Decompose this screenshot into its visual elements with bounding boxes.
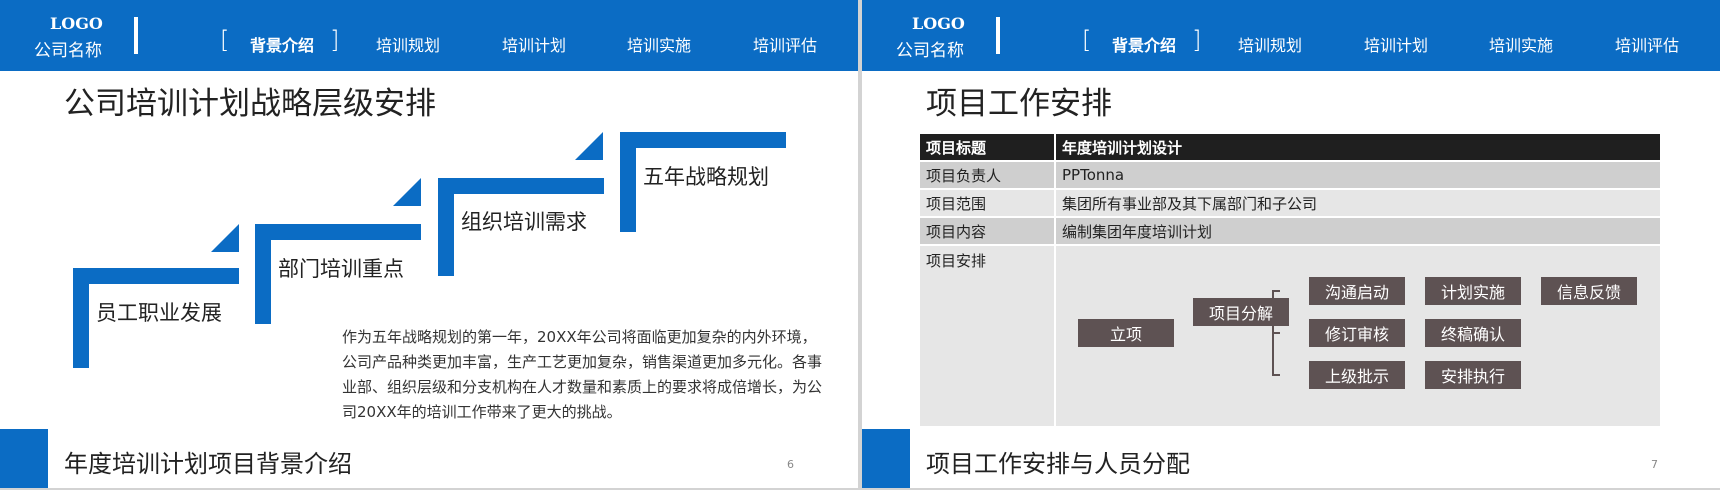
connector-line bbox=[1272, 290, 1280, 292]
footer-block bbox=[0, 429, 48, 488]
step-2-triangle bbox=[393, 178, 421, 206]
step-2-label: 部门培训重点 bbox=[278, 257, 404, 281]
flow-node-decompose: 项目分解 bbox=[1193, 298, 1289, 326]
table-cell: 项目范围 bbox=[920, 188, 1056, 217]
page-title: 项目工作安排 bbox=[926, 86, 1112, 122]
connector-line bbox=[1272, 374, 1280, 376]
nav-item-plan[interactable]: 培训计划 bbox=[1364, 32, 1428, 56]
nav-bracket-left: [ bbox=[220, 26, 230, 54]
flow-node-start: 立项 bbox=[1078, 319, 1174, 347]
step-3-triangle bbox=[575, 132, 603, 160]
nav-item-evaluation[interactable]: 培训评估 bbox=[753, 32, 817, 56]
nav-item-evaluation[interactable]: 培训评估 bbox=[1615, 32, 1679, 56]
step-3-top-bar bbox=[438, 178, 604, 194]
slide-7: LOGO 公司名称 [ 背景介绍 ] 培训规划 培训计划 培训实施 培训评估 项… bbox=[862, 0, 1720, 488]
table-row: 项目负责人 PPTonna bbox=[920, 160, 1660, 189]
step-3-label: 组织培训需求 bbox=[461, 210, 587, 234]
table-header-row: 项目标题 年度培训计划设计 bbox=[920, 134, 1660, 161]
nav-bracket-left: [ bbox=[1082, 26, 1092, 54]
step-2-side-bar bbox=[255, 224, 271, 324]
table-cell: 项目标题 bbox=[920, 134, 1056, 161]
nav-item-background[interactable]: 背景介绍 bbox=[1112, 32, 1176, 56]
nav-item-plan[interactable]: 培训计划 bbox=[502, 32, 566, 56]
logo: LOGO bbox=[912, 14, 965, 33]
nav-item-implementation[interactable]: 培训实施 bbox=[1489, 32, 1553, 56]
company-name: 公司名称 bbox=[34, 41, 102, 61]
page-title: 公司培训计划战略层级安排 bbox=[64, 86, 436, 122]
nav-item-planning[interactable]: 培训规划 bbox=[376, 32, 440, 56]
table-cell: 项目负责人 bbox=[920, 160, 1056, 189]
step-1-triangle bbox=[211, 224, 239, 252]
step-2-top-bar bbox=[255, 224, 421, 240]
nav-item-background[interactable]: 背景介绍 bbox=[250, 32, 314, 56]
step-4-side-bar bbox=[620, 132, 636, 232]
nav-item-planning[interactable]: 培训规划 bbox=[1238, 32, 1302, 56]
connector-line bbox=[1272, 332, 1280, 334]
nav-bracket-right: ] bbox=[1192, 26, 1202, 54]
step-1-label: 员工职业发展 bbox=[96, 301, 222, 325]
header-bar: LOGO 公司名称 [ 背景介绍 ] 培训规划 培训计划 培训实施 培训评估 bbox=[862, 0, 1720, 71]
logo: LOGO bbox=[50, 14, 103, 33]
step-4-top-bar bbox=[620, 132, 786, 148]
header-bar: LOGO 公司名称 [ 背景介绍 ] 培训规划 培训计划 培训实施 培训评估 bbox=[0, 0, 858, 71]
logo-divider bbox=[134, 17, 138, 54]
footer-block bbox=[862, 429, 910, 488]
page-number: 6 bbox=[787, 458, 794, 471]
table-cell: 项目内容 bbox=[920, 216, 1056, 245]
nav-bracket-right: ] bbox=[330, 26, 340, 54]
step-1-side-bar bbox=[73, 268, 89, 368]
step-3-side-bar bbox=[438, 178, 454, 276]
description-paragraph: 作为五年战略规划的第一年，20XX年公司将面临更加复杂的内外环境，公司产品种类更… bbox=[342, 328, 823, 421]
page-number: 7 bbox=[1651, 458, 1658, 471]
flow-node: 沟通启动 bbox=[1309, 277, 1405, 305]
company-name: 公司名称 bbox=[896, 41, 964, 61]
logo-divider bbox=[996, 17, 1000, 54]
nav-item-implementation[interactable]: 培训实施 bbox=[627, 32, 691, 56]
flow-node: 上级批示 bbox=[1309, 361, 1405, 389]
table-cell: 年度培训计划设计 bbox=[1055, 134, 1660, 161]
table-cell: 集团所有事业部及其下属部门和子公司 bbox=[1055, 188, 1660, 217]
table-row: 项目内容 编制集团年度培训计划 bbox=[920, 216, 1660, 245]
table-cell: 项目安排 bbox=[920, 244, 1056, 426]
flow-node: 修订审核 bbox=[1309, 319, 1405, 347]
table-row: 项目范围 集团所有事业部及其下属部门和子公司 bbox=[920, 188, 1660, 217]
table-cell: PPTonna bbox=[1055, 160, 1660, 189]
table-row: 项目安排 bbox=[920, 244, 1660, 426]
footer-title: 年度培训计划项目背景介绍 bbox=[64, 450, 352, 478]
table-cell: 编制集团年度培训计划 bbox=[1055, 216, 1660, 245]
flow-node: 终稿确认 bbox=[1425, 319, 1521, 347]
step-1-top-bar bbox=[73, 268, 239, 284]
flow-node: 安排执行 bbox=[1425, 361, 1521, 389]
flow-node: 计划实施 bbox=[1425, 277, 1521, 305]
footer-title: 项目工作安排与人员分配 bbox=[926, 450, 1190, 478]
slide-6: LOGO 公司名称 [ 背景介绍 ] 培训规划 培训计划 培训实施 培训评估 公… bbox=[0, 0, 858, 488]
flow-node: 信息反馈 bbox=[1541, 277, 1637, 305]
step-4-label: 五年战略规划 bbox=[643, 165, 769, 189]
